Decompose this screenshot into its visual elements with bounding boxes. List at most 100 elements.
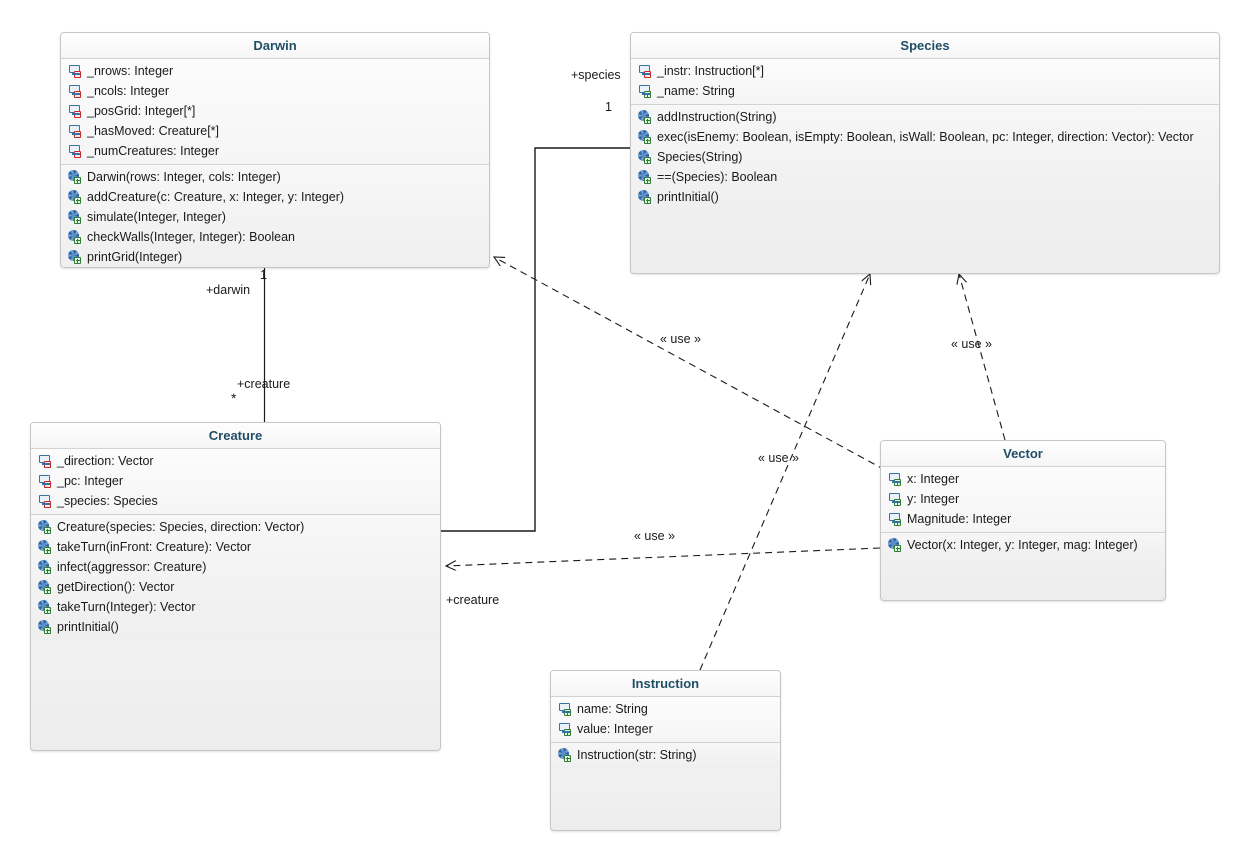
method-row: simulate(Integer, Integer) — [61, 207, 489, 227]
attribute-row: _ncols: Integer — [61, 81, 489, 101]
method-row: printInitial() — [31, 617, 440, 637]
method-row: addCreature(c: Creature, x: Integer, y: … — [61, 187, 489, 207]
method-row: printGrid(Integer) — [61, 247, 489, 267]
attribute-label: _ncols: Integer — [87, 84, 169, 98]
method-label: addCreature(c: Creature, x: Integer, y: … — [87, 190, 345, 204]
private-attribute-icon — [68, 124, 83, 138]
public-method-icon — [638, 130, 653, 144]
method-row: ==(Species): Boolean — [631, 167, 1219, 187]
attribute-label: value: Integer — [577, 722, 653, 736]
diagram-canvas: +species 1 1 +darwin +creature * +creatu… — [0, 0, 1249, 860]
methods-section-vector: Vector(x: Integer, y: Integer, mag: Inte… — [881, 533, 1165, 558]
private-attribute-icon — [38, 494, 53, 508]
attribute-row: _posGrid: Integer[*] — [61, 101, 489, 121]
method-row: printInitial() — [631, 187, 1219, 207]
class-title-species: Species — [631, 33, 1219, 59]
method-label: simulate(Integer, Integer) — [87, 210, 226, 224]
public-method-icon — [38, 600, 53, 614]
class-title-creature: Creature — [31, 423, 440, 449]
private-attribute-icon — [68, 104, 83, 118]
dep-instruction-species — [699, 274, 870, 671]
methods-section-species: addInstruction(String) exec(isEnemy: Boo… — [631, 105, 1219, 210]
attribute-label: y: Integer — [907, 492, 960, 506]
method-label: Darwin(rows: Integer, cols: Integer) — [87, 170, 281, 184]
attribute-label: _posGrid: Integer[*] — [87, 104, 196, 118]
attribute-label: _name: String — [657, 84, 735, 98]
attribute-label: _pc: Integer — [57, 474, 124, 488]
attribute-label: _hasMoved: Creature[*] — [87, 124, 220, 138]
method-label: takeTurn(inFront: Creature): Vector — [57, 540, 252, 554]
method-label: Species(String) — [657, 150, 743, 164]
attribute-row: _numCreatures: Integer — [61, 141, 489, 161]
method-label: addInstruction(String) — [657, 110, 777, 124]
dep-vector-species — [959, 274, 1006, 441]
class-box-darwin[interactable]: Darwin _nrows: Integer _ncols: Integer _… — [60, 32, 490, 268]
label-use-creature-vector: « use » — [634, 529, 676, 543]
attribute-row: value: Integer — [551, 719, 780, 739]
attribute-row: _direction: Vector — [31, 451, 440, 471]
method-row: exec(isEnemy: Boolean, isEmpty: Boolean,… — [631, 127, 1219, 147]
public-attribute-icon — [888, 472, 903, 486]
method-label: printInitial() — [57, 620, 119, 634]
attribute-label: _direction: Vector — [57, 454, 154, 468]
attribute-label: _instr: Instruction[*] — [657, 64, 764, 78]
attribute-row: y: Integer — [881, 489, 1165, 509]
private-attribute-icon — [68, 64, 83, 78]
label-species-role: +species — [571, 68, 621, 82]
public-attribute-icon — [638, 84, 653, 98]
method-row: Darwin(rows: Integer, cols: Integer) — [61, 167, 489, 187]
method-label: ==(Species): Boolean — [657, 170, 778, 184]
attribute-row: _instr: Instruction[*] — [631, 61, 1219, 81]
method-row: getDirection(): Vector — [31, 577, 440, 597]
method-label: Instruction(str: String) — [577, 748, 697, 762]
public-method-icon — [888, 538, 903, 552]
method-label: takeTurn(Integer): Vector — [57, 600, 196, 614]
method-row: Creature(species: Species, direction: Ve… — [31, 517, 440, 537]
method-row: addInstruction(String) — [631, 107, 1219, 127]
public-method-icon — [68, 190, 83, 204]
private-attribute-icon — [68, 84, 83, 98]
attribute-label: _nrows: Integer — [87, 64, 174, 78]
class-box-instruction[interactable]: Instruction name: String value: Integer … — [550, 670, 781, 831]
label-darwin-multiplicity: 1 — [260, 268, 267, 282]
attribute-label: _numCreatures: Integer — [87, 144, 220, 158]
class-box-creature[interactable]: Creature _direction: Vector _pc: Integer… — [30, 422, 441, 751]
attribute-row: _pc: Integer — [31, 471, 440, 491]
private-attribute-icon — [68, 144, 83, 158]
label-creature-role-dep: +creature — [446, 593, 500, 607]
method-row: infect(aggressor: Creature) — [31, 557, 440, 577]
label-creature-role-assoc: +creature — [237, 377, 291, 391]
attribute-label: Magnitude: Integer — [907, 512, 1012, 526]
public-method-icon — [38, 620, 53, 634]
methods-section-instruction: Instruction(str: String) — [551, 743, 780, 768]
dep-vector-darwin — [494, 257, 886, 471]
method-label: Creature(species: Species, direction: Ve… — [57, 520, 305, 534]
attribute-row: _name: String — [631, 81, 1219, 101]
class-title-instruction: Instruction — [551, 671, 780, 697]
label-use-darwin-vector: « use » — [660, 332, 702, 346]
public-method-icon — [68, 170, 83, 184]
attribute-label: _species: Species — [57, 494, 158, 508]
dep-vector-creature — [446, 547, 881, 566]
methods-section-darwin: Darwin(rows: Integer, cols: Integer) add… — [61, 165, 489, 267]
method-row: Instruction(str: String) — [551, 745, 780, 765]
public-method-icon — [38, 540, 53, 554]
methods-section-creature: Creature(species: Species, direction: Ve… — [31, 515, 440, 640]
public-method-icon — [38, 580, 53, 594]
attributes-section-creature: _direction: Vector _pc: Integer _species… — [31, 449, 440, 515]
public-method-icon — [68, 250, 83, 264]
public-attribute-icon — [888, 492, 903, 506]
method-row: Vector(x: Integer, y: Integer, mag: Inte… — [881, 535, 1165, 555]
public-method-icon — [558, 748, 573, 762]
private-attribute-icon — [38, 454, 53, 468]
public-method-icon — [638, 170, 653, 184]
class-box-species[interactable]: Species _instr: Instruction[*] _name: St… — [630, 32, 1220, 274]
attribute-label: x: Integer — [907, 472, 960, 486]
method-label: Vector(x: Integer, y: Integer, mag: Inte… — [907, 538, 1138, 552]
attributes-section-vector: x: Integer y: Integer Magnitude: Integer — [881, 467, 1165, 533]
class-title-vector: Vector — [881, 441, 1165, 467]
class-box-vector[interactable]: Vector x: Integer y: Integer Magnitude: … — [880, 440, 1166, 601]
method-label: infect(aggressor: Creature) — [57, 560, 207, 574]
attribute-row: name: String — [551, 699, 780, 719]
public-attribute-icon — [558, 722, 573, 736]
